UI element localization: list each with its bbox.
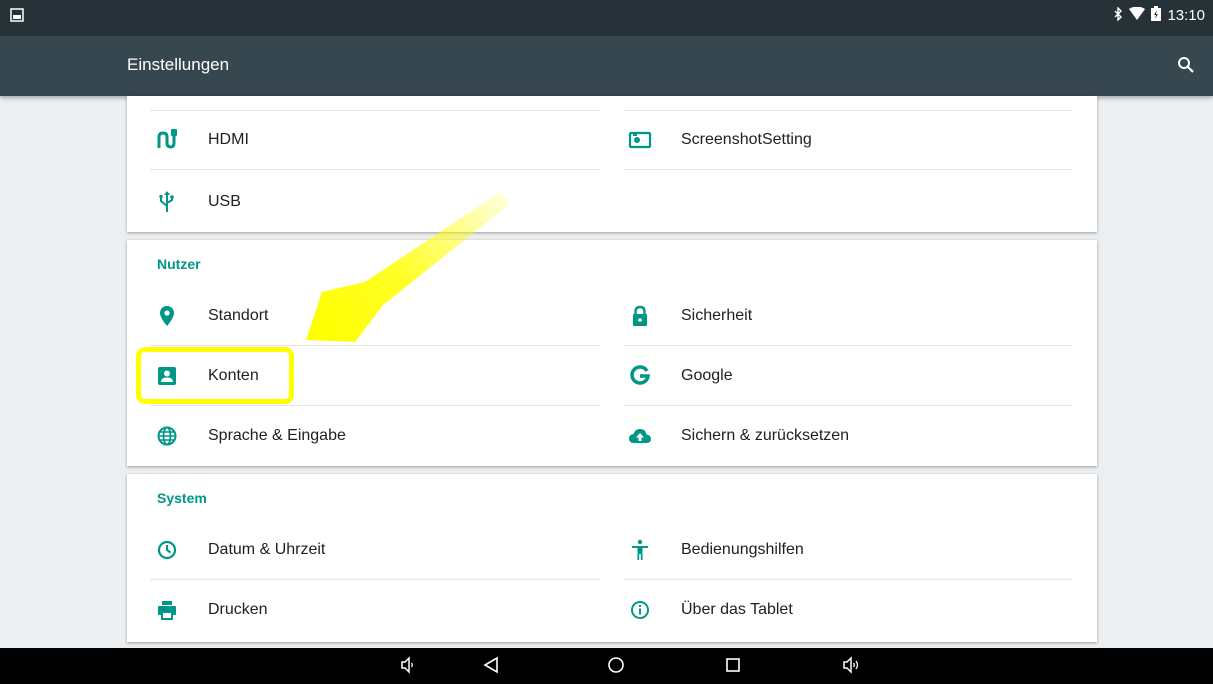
volume-up-icon[interactable] xyxy=(842,656,862,679)
setting-label: Drucken xyxy=(208,601,268,618)
screenshot-icon xyxy=(620,128,660,152)
app-bar: Einstellungen xyxy=(0,36,1213,96)
section-header: System xyxy=(157,490,207,506)
image-notification-icon xyxy=(10,8,24,27)
setting-label: HDMI xyxy=(208,131,249,148)
setting-item-bedienungshilfen[interactable]: Bedienungshilfen xyxy=(623,520,1073,580)
setting-item-hdmi[interactable]: HDMI xyxy=(150,110,600,170)
accessibility-icon xyxy=(620,538,660,562)
setting-label: ScreenshotSetting xyxy=(681,131,812,148)
setting-label: Sicherheit xyxy=(681,307,753,324)
cloud-upload-icon xyxy=(620,424,660,448)
clock-time: 13:10 xyxy=(1167,7,1205,24)
volume-down-icon[interactable] xyxy=(400,656,416,679)
back-icon[interactable] xyxy=(482,656,500,679)
system-section: System Datum & Uhrzeit Bedienungshilfen … xyxy=(127,474,1097,642)
battery-icon xyxy=(1151,6,1162,25)
page-title: Einstellungen xyxy=(127,55,230,74)
setting-label: Bedienungshilfen xyxy=(681,541,804,558)
setting-item-ueber[interactable]: Über das Tablet xyxy=(623,580,1073,640)
navigation-bar xyxy=(0,648,1213,684)
setting-label: Standort xyxy=(208,307,269,324)
setting-item-google[interactable]: Google xyxy=(623,346,1073,406)
globe-icon xyxy=(147,424,187,448)
recents-icon[interactable] xyxy=(724,656,742,679)
location-icon xyxy=(147,304,187,328)
device-section: HDMI ScreenshotSetting USB xyxy=(127,96,1097,232)
print-icon xyxy=(147,598,187,622)
bluetooth-icon xyxy=(1113,5,1123,25)
setting-item-usb[interactable]: USB xyxy=(150,172,600,232)
setting-item-sprache[interactable]: Sprache & Eingabe xyxy=(150,406,600,466)
clock-icon xyxy=(147,538,187,562)
google-icon xyxy=(620,364,660,388)
info-icon xyxy=(620,598,660,622)
setting-label: USB xyxy=(208,193,241,210)
section-header: Nutzer xyxy=(157,256,201,272)
setting-item-datum[interactable]: Datum & Uhrzeit xyxy=(150,520,600,580)
hdmi-icon xyxy=(147,128,187,152)
setting-item-screenshot[interactable]: ScreenshotSetting xyxy=(623,110,1073,170)
usb-icon xyxy=(147,190,187,214)
setting-label: Sprache & Eingabe xyxy=(208,427,346,444)
highlight-box xyxy=(136,347,294,404)
status-bar: 13:10 xyxy=(0,0,1213,36)
setting-item-drucken[interactable]: Drucken xyxy=(150,580,600,640)
wifi-icon xyxy=(1129,6,1146,24)
setting-label: Datum & Uhrzeit xyxy=(208,541,326,558)
setting-label: Über das Tablet xyxy=(681,601,793,618)
search-icon[interactable] xyxy=(1177,56,1195,79)
setting-label: Sichern & zurücksetzen xyxy=(681,427,850,444)
lock-icon xyxy=(620,304,660,328)
setting-label: Google xyxy=(681,367,733,384)
home-icon[interactable] xyxy=(607,656,625,679)
setting-item-sichern[interactable]: Sichern & zurücksetzen xyxy=(623,406,1073,466)
setting-item-sicherheit[interactable]: Sicherheit xyxy=(623,286,1073,346)
setting-item-standort[interactable]: Standort xyxy=(150,286,600,346)
